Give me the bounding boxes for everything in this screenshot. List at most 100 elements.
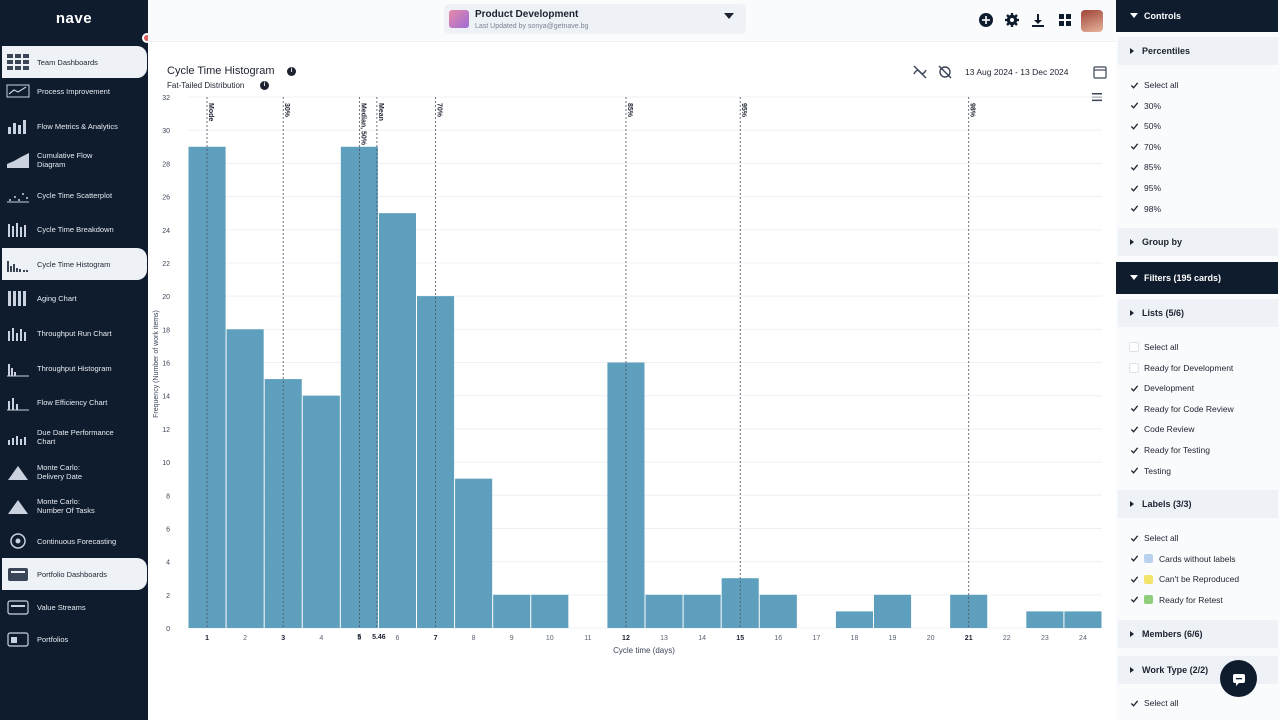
sidebar-item-team-dashboards[interactable]: Team Dashboards — [2, 46, 147, 78]
chevron-down-icon[interactable] — [724, 13, 734, 19]
checkmark-icon[interactable] — [1129, 574, 1139, 584]
sidebar-item-monte-carlo-date[interactable]: Monte Carlo: Delivery Date — [2, 456, 147, 488]
unchecked-box[interactable] — [1129, 342, 1139, 352]
checkmark-icon[interactable] — [1129, 204, 1139, 214]
add-icon[interactable] — [978, 12, 994, 28]
layout-icon[interactable] — [1057, 12, 1073, 28]
date-range[interactable]: 13 Aug 2024 - 13 Dec 2024 — [965, 67, 1069, 77]
sidebar-item-cumulative-flow[interactable]: Cumulative Flow Diagram — [2, 144, 147, 176]
sidebar-item-throughput-histogram[interactable]: Throughput Histogram — [2, 352, 147, 384]
sidebar-item-label: Portfolios — [37, 634, 69, 644]
percentile-option[interactable]: 98% — [1129, 202, 1161, 216]
label-option[interactable]: Can't be Reproduced — [1129, 572, 1239, 586]
unchecked-box[interactable] — [1129, 362, 1139, 373]
histogram-bar[interactable] — [874, 594, 912, 628]
avatar[interactable] — [1081, 10, 1103, 32]
caret-down-icon — [1130, 275, 1138, 280]
histogram-bar[interactable] — [950, 594, 988, 628]
y-tick-label: 32 — [162, 95, 170, 102]
percentile-option[interactable]: 30% — [1129, 99, 1161, 113]
histogram-bar[interactable] — [1064, 611, 1102, 628]
list-option[interactable]: Testing — [1129, 464, 1171, 478]
download-icon[interactable] — [1030, 12, 1046, 28]
work-type-option[interactable]: Select all — [1129, 696, 1179, 710]
histogram-bar[interactable] — [455, 478, 493, 628]
label-color-swatch — [1144, 595, 1153, 605]
checkmark-icon[interactable] — [1129, 554, 1139, 564]
sidebar-item-due-date[interactable]: Due Date Performance Chart — [2, 421, 147, 453]
label-option[interactable]: Select all — [1129, 531, 1179, 545]
list-option[interactable]: Ready for Testing — [1129, 443, 1210, 457]
histogram-bar[interactable] — [302, 395, 340, 628]
histogram-bar[interactable] — [493, 594, 531, 628]
histogram-bar[interactable] — [226, 329, 264, 628]
checkmark-icon[interactable] — [1129, 383, 1139, 393]
checkmark-icon[interactable] — [1129, 533, 1139, 543]
percentile-option[interactable]: Select all — [1129, 78, 1179, 92]
x-extra-tick-label: 5 — [357, 634, 361, 641]
label-option[interactable]: Cards without labels — [1129, 552, 1236, 566]
list-option[interactable]: Select all — [1129, 340, 1179, 354]
sidebar-item-portfolio-dashboards[interactable]: Portfolio Dashboards — [2, 558, 147, 590]
histogram-bar[interactable] — [378, 213, 416, 628]
sidebar-item-value-streams[interactable]: Value Streams — [2, 591, 147, 623]
checkmark-icon[interactable] — [1129, 142, 1139, 152]
percentile-option[interactable]: 95% — [1129, 181, 1161, 195]
sidebar-item-flow-metrics[interactable]: Flow Metrics & Analytics — [2, 110, 147, 142]
percentiles-section-header[interactable]: Percentiles — [1118, 37, 1278, 65]
settings-icon[interactable] — [1004, 12, 1020, 28]
sidebar-item-scatterplot[interactable]: Cycle Time Scatterplot — [2, 179, 147, 211]
board-thumbnail — [449, 10, 469, 28]
label-option[interactable]: Ready for Retest — [1129, 593, 1223, 607]
histogram-bar[interactable] — [1026, 611, 1064, 628]
histogram-bar[interactable] — [683, 594, 721, 628]
sidebar-item-aging-chart[interactable]: Aging Chart — [2, 282, 147, 314]
hide-labels-icon[interactable] — [937, 64, 953, 80]
checkmark-icon[interactable] — [1129, 698, 1139, 708]
chat-button[interactable] — [1220, 660, 1257, 697]
monte-carlo-tasks-icon — [8, 500, 28, 514]
checkmark-icon[interactable] — [1129, 183, 1139, 193]
info-icon[interactable]: i — [287, 67, 296, 76]
list-option[interactable]: Ready for Development — [1129, 361, 1233, 375]
percentile-option[interactable]: 70% — [1129, 140, 1161, 154]
app-logo[interactable]: nave — [0, 10, 148, 27]
members-section-header[interactable]: Members (6/6) — [1118, 620, 1278, 648]
list-option-label: Development — [1144, 383, 1195, 394]
list-option[interactable]: Code Review — [1129, 422, 1195, 436]
checkmark-icon[interactable] — [1129, 101, 1139, 111]
histogram-bar[interactable] — [759, 594, 797, 628]
percentile-option[interactable]: 85% — [1129, 160, 1161, 174]
histogram-bar[interactable] — [835, 611, 873, 628]
checkmark-icon[interactable] — [1129, 595, 1139, 605]
sidebar-item-throughput-run[interactable]: Throughput Run Chart — [2, 317, 147, 349]
sidebar-item-monte-carlo-tasks[interactable]: Monte Carlo: Number Of Tasks — [2, 490, 147, 522]
list-option[interactable]: Development — [1129, 381, 1194, 395]
labels-section-header[interactable]: Labels (3/3) — [1118, 490, 1278, 518]
sidebar-item-flow-efficiency[interactable]: Flow Efficiency Chart — [2, 386, 147, 418]
lists-section-header[interactable]: Lists (5/6) — [1118, 299, 1278, 327]
checkmark-icon[interactable] — [1129, 404, 1139, 414]
group-by-section-header[interactable]: Group by — [1118, 228, 1278, 256]
sidebar-item-breakdown[interactable]: Cycle Time Breakdown — [2, 213, 147, 245]
sidebar-item-histogram[interactable]: Cycle Time Histogram — [2, 248, 147, 280]
checkmark-icon[interactable] — [1129, 424, 1139, 434]
checkmark-icon[interactable] — [1129, 445, 1139, 455]
sidebar-item-continuous-forecasting[interactable]: Continuous Forecasting — [2, 525, 147, 557]
board-selector[interactable]: Product Development Last Updated by sony… — [444, 4, 746, 34]
hide-trend-icon[interactable] — [912, 64, 928, 80]
filters-header[interactable]: Filters (195 cards) — [1116, 262, 1278, 294]
histogram-bar[interactable] — [531, 594, 569, 628]
checkmark-icon[interactable] — [1129, 162, 1139, 172]
checkmark-icon[interactable] — [1129, 80, 1139, 90]
histogram-bar[interactable] — [645, 594, 683, 628]
sidebar-item-portfolios[interactable]: Portfolios — [2, 623, 147, 655]
checkmark-icon[interactable] — [1129, 121, 1139, 131]
controls-header[interactable]: Controls — [1116, 0, 1278, 32]
sidebar-item-process-improvement[interactable]: Process Improvement — [2, 75, 147, 107]
checkmark-icon[interactable] — [1129, 466, 1139, 476]
calendar-icon[interactable] — [1092, 64, 1108, 80]
portfolio-dashboards-icon — [8, 568, 28, 581]
percentile-option[interactable]: 50% — [1129, 119, 1161, 133]
list-option[interactable]: Ready for Code Review — [1129, 402, 1234, 416]
